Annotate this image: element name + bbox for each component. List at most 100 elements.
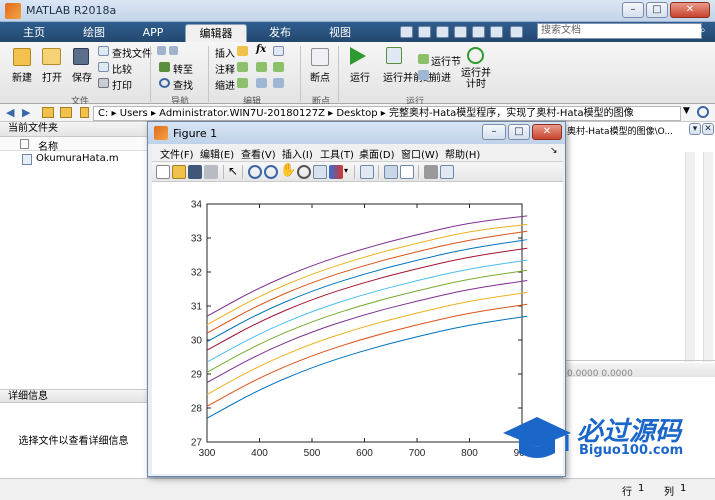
figure-minimize-button[interactable]: – (482, 124, 506, 140)
fx-button[interactable]: fx (256, 44, 266, 55)
print-button[interactable]: 打印 (112, 77, 132, 92)
print-figure-icon[interactable] (204, 165, 218, 179)
tab-home[interactable]: 主页 (6, 24, 62, 42)
tab-publish[interactable]: 发布 (252, 24, 308, 42)
menu-insert[interactable]: 插入(I) (282, 146, 313, 161)
increase-indent-icon[interactable] (256, 78, 267, 88)
editor-scrollbar-2[interactable] (703, 152, 713, 362)
menu-edit[interactable]: 编辑(E) (200, 146, 234, 161)
quick-save-icon[interactable] (400, 26, 413, 38)
figure-close-button[interactable]: ✕ (532, 124, 562, 140)
menu-tools[interactable]: 工具(T) (320, 146, 354, 161)
quick-copy-icon[interactable] (436, 26, 449, 38)
show-plot-tools-icon[interactable] (440, 165, 454, 179)
tab-apps[interactable]: APP (126, 24, 180, 42)
quick-paste-icon[interactable] (454, 26, 467, 38)
search-folder-icon[interactable] (697, 106, 709, 118)
toolbar-separator (378, 165, 379, 179)
editor-divider (563, 360, 715, 361)
find-files-button[interactable]: 查找文件 (112, 45, 152, 60)
help-icon[interactable] (510, 26, 523, 38)
figure-title-bar[interactable]: Figure 1 – □ ✕ (148, 122, 565, 144)
panel-options-button[interactable]: ▾ (689, 123, 701, 135)
tab-editor[interactable]: 编辑器 (185, 24, 247, 42)
save-button[interactable]: 保存 (72, 69, 92, 84)
close-button[interactable]: ✕ (670, 2, 710, 18)
pan-hand-icon[interactable]: ✋ (280, 163, 296, 178)
menu-file[interactable]: 文件(F) (160, 146, 194, 161)
search-documentation-input[interactable]: 搜索文档 (537, 23, 702, 39)
menu-dock-arrow-icon[interactable]: ↘ (550, 146, 558, 156)
open-button[interactable]: 打开 (42, 69, 62, 84)
forward-arrow-icon[interactable]: ▶ (22, 106, 30, 119)
file-list-header: 名称 (0, 137, 147, 153)
uncomment-icon[interactable] (256, 62, 267, 72)
undo-icon[interactable] (472, 26, 485, 38)
path-segment[interactable]: C: (98, 108, 108, 119)
zoom-in-icon[interactable] (248, 165, 262, 179)
panel-close-button[interactable]: ✕ (702, 123, 714, 135)
data-cursor-icon[interactable] (313, 165, 327, 179)
browse-folder-icon[interactable] (60, 107, 72, 118)
quick-cut-icon[interactable] (418, 26, 431, 38)
comment-icon (237, 62, 248, 72)
insert-button[interactable]: 插入 (215, 45, 235, 60)
figure-maximize-button[interactable]: □ (508, 124, 530, 140)
tab-plots[interactable]: 绘图 (66, 24, 122, 42)
path-segment[interactable]: Desktop (336, 108, 377, 119)
y-tick-label: 31 (191, 302, 203, 313)
new-button[interactable]: 新建 (12, 69, 32, 84)
path-dropdown-icon[interactable]: ▼ (683, 106, 690, 116)
comment-button[interactable]: 注释 (215, 61, 235, 76)
path-segment[interactable]: Users (120, 108, 148, 119)
smart-indent-icon[interactable] (237, 78, 248, 88)
run-section-button[interactable]: 运行节 (431, 53, 461, 68)
find-files-icon (98, 46, 109, 56)
search-icon[interactable]: ⌕ (700, 25, 712, 37)
brush-icon[interactable] (329, 165, 343, 179)
menu-window[interactable]: 窗口(W) (401, 146, 439, 161)
ribbon-divider (208, 46, 209, 102)
name-column-header[interactable]: 名称 (38, 138, 58, 153)
colorbar-icon[interactable] (384, 165, 398, 179)
brush-dropdown-icon[interactable]: ▾ (344, 166, 348, 175)
current-folder-path[interactable]: C: ▸ Users ▸ Administrator.WIN7U-2018012… (93, 106, 681, 121)
legend-icon[interactable] (400, 165, 414, 179)
y-tick-label: 32 (191, 268, 203, 279)
file-name[interactable]: OkumuraHata.m (36, 153, 119, 164)
goto-button[interactable]: 转至 (173, 61, 193, 76)
back-arrow-icon[interactable]: ◀ (6, 106, 14, 119)
menu-view[interactable]: 查看(V) (241, 146, 276, 161)
decrease-indent-icon[interactable] (273, 78, 284, 88)
pointer-icon[interactable]: ↖ (228, 164, 238, 178)
menu-help[interactable]: 帮助(H) (445, 146, 480, 161)
hide-plot-tools-icon[interactable] (424, 165, 438, 179)
tab-view[interactable]: 视图 (312, 24, 368, 42)
editor-scrollbar[interactable] (685, 152, 695, 362)
wrap-comments-icon[interactable] (273, 62, 284, 72)
path-segment[interactable]: Administrator.WIN7U-20180127Z (159, 108, 325, 119)
maximize-button[interactable]: □ (646, 2, 668, 18)
advance-button[interactable]: 前进 (431, 69, 451, 84)
menu-desktop[interactable]: 桌面(D) (359, 146, 395, 161)
current-folder-panel: 当前文件夹 名称 OkumuraHata.m 详细信息 选择文件以查看详细信息 (0, 122, 148, 487)
rotate-3d-icon[interactable] (297, 165, 311, 179)
minimize-button[interactable]: – (622, 2, 644, 18)
insert-section-icon[interactable] (273, 46, 284, 56)
up-folder-icon[interactable] (42, 107, 54, 118)
find-button[interactable]: 查找 (173, 77, 193, 92)
zoom-out-icon[interactable] (264, 165, 278, 179)
link-plot-icon[interactable] (360, 165, 374, 179)
redo-icon[interactable] (490, 26, 503, 38)
open-file-icon[interactable] (172, 165, 186, 179)
run-and-time-button[interactable]: 运行并计时 (461, 68, 491, 90)
path-segment[interactable]: 完整奥村-Hata模型程序，实现了奥村-Hata模型的图像 (389, 108, 634, 119)
breakpoints-button[interactable]: 断点 (310, 69, 330, 84)
new-figure-icon[interactable] (156, 165, 170, 179)
run-button[interactable]: 运行 (350, 69, 370, 84)
list-item[interactable]: OkumuraHata.m (0, 152, 147, 167)
goto-icon (159, 62, 170, 72)
indent-button[interactable]: 缩进 (215, 77, 235, 92)
compare-button[interactable]: 比较 (112, 61, 132, 76)
save-figure-icon[interactable] (188, 165, 202, 179)
